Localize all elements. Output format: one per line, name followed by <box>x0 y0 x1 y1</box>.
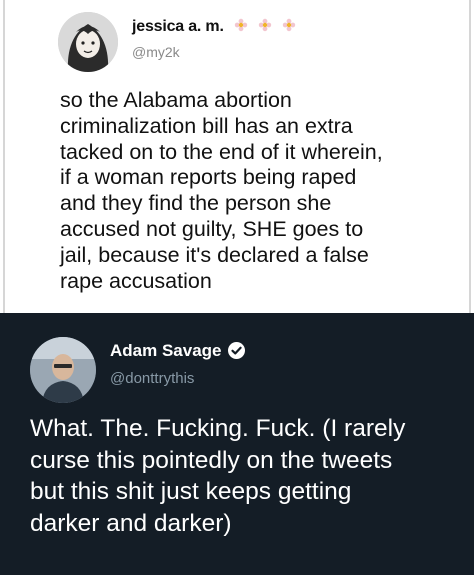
tweet-text-line: What. The. Fucking. Fuck. (I rarely <box>30 415 406 442</box>
handle[interactable]: @my2k <box>132 44 180 60</box>
display-name-text: jessica a. m. <box>132 18 224 35</box>
display-name[interactable]: Adam Savage <box>110 341 245 361</box>
tweet-text-line: criminalization bill has an extra <box>60 113 353 138</box>
avatar[interactable] <box>58 12 118 72</box>
tweet-text-line: if a woman reports being raped <box>60 165 357 190</box>
tweet-text-line: so the Alabama abortion <box>60 88 292 112</box>
flower-icon <box>234 18 248 32</box>
tweet-text-line: jail, because it's declared a false <box>60 242 369 267</box>
tweet-text-line: accused not guilty, SHE goes to <box>60 216 364 241</box>
flower-icon <box>259 18 272 32</box>
avatar-photo <box>30 337 96 403</box>
tweet-text-line: darker and darker) <box>30 509 232 537</box>
avatar-illustration <box>58 12 118 72</box>
quoted-tweet: jessica a. m. @my2k so the Alabama abort… <box>0 0 474 313</box>
tweet-text-line: rape accusation <box>60 268 212 293</box>
tweet-text-line: and they find the person she <box>60 191 332 216</box>
flower-icon <box>283 18 296 32</box>
tweet-text-line: but this shit just keeps getting <box>30 478 352 505</box>
handle[interactable]: @donttrythis <box>110 370 194 387</box>
avatar[interactable] <box>30 337 96 403</box>
display-name[interactable]: jessica a. m. <box>132 18 296 36</box>
tweet-text: What. The. Fucking. Fuck. (I rarely curs… <box>30 413 460 539</box>
tweet-text: so the Alabama abortion criminalization … <box>60 88 440 294</box>
tweet-text-line: curse this pointedly on the tweets <box>30 446 393 474</box>
verified-badge-icon <box>227 342 245 359</box>
display-name-text: Adam Savage <box>110 341 222 360</box>
reply-tweet: Adam Savage @donttrythis What. The. Fuck… <box>0 313 474 575</box>
tweet-text-line: tacked on to the end of it wherein, <box>60 139 383 164</box>
